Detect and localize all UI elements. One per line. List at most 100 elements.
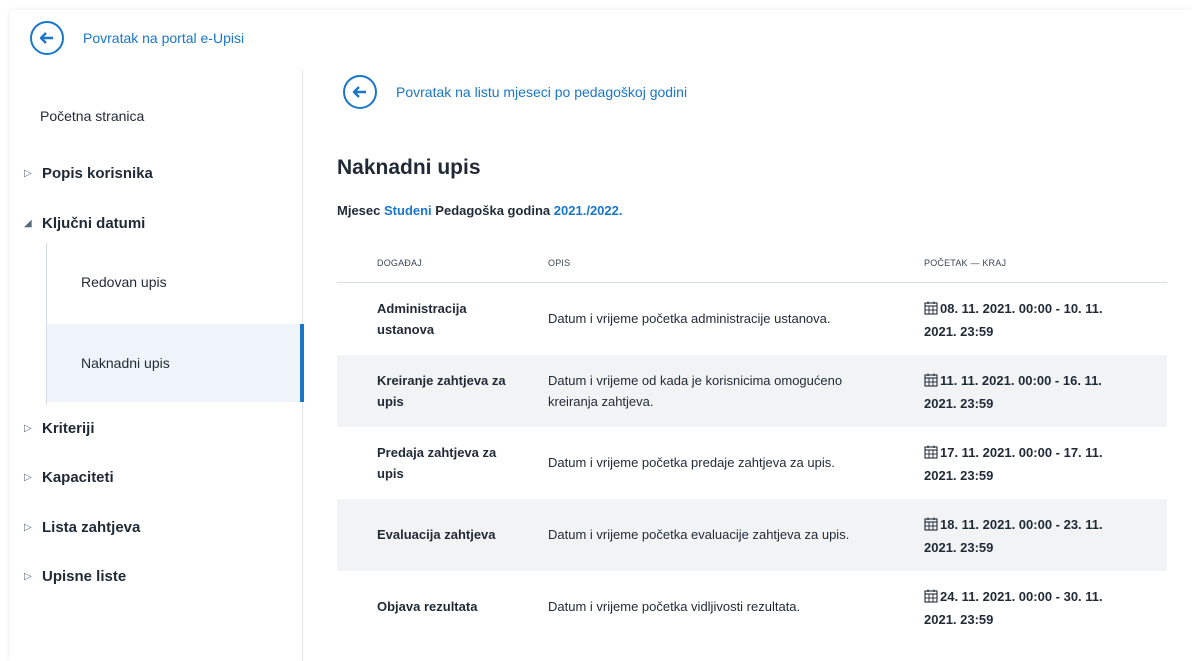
date-text: 24. 11. 2021. 00:00 - 30. 11. xyxy=(940,589,1103,604)
cell-line: 2021. 23:59 xyxy=(924,465,1154,486)
cell-line: upis xyxy=(377,466,404,481)
month-value: Studeni xyxy=(384,203,432,218)
date-text: 2021. 23:59 xyxy=(924,612,994,627)
sidebar-item-naknadni-upis[interactable]: Naknadni upis xyxy=(47,324,304,402)
description-cell: Datum i vrijeme početka vidljivosti rezu… xyxy=(548,596,898,617)
cell-line: Predaja zahtjeva za xyxy=(377,445,497,460)
month-label: Mjesec xyxy=(337,203,381,218)
table-row: Predaja zahtjeva za upis Datum i vrijeme p… xyxy=(337,427,1167,499)
sidebar-item-label: Ključni datumi xyxy=(42,215,146,232)
sidebar-item-kljucni-datumi[interactable]: ◢ Ključni datumi xyxy=(24,215,317,232)
cell-line: Datum i vrijeme od kada je korisnicima o… xyxy=(548,373,843,388)
kljucni-datumi-subnav: Redovan upis Naknadni upis xyxy=(46,243,304,405)
cell-line: 2021. 23:59 xyxy=(924,609,1154,630)
period-info: Mjesec Studeni Pedagoška godina 2021./20… xyxy=(337,203,622,218)
table-row: Objava rezultata Datum i vrijeme početka … xyxy=(337,571,1167,643)
sidebar-item-upisne-liste[interactable]: ▷ Upisne liste xyxy=(24,568,317,585)
sidebar-item-popis-korisnika[interactable]: ▷ Popis korisnika xyxy=(24,165,317,182)
description-cell: Datum i vrijeme od kada je korisnicima o… xyxy=(548,370,898,412)
calendar-icon xyxy=(924,300,938,321)
cell-line: Evaluacija zahtjeva xyxy=(377,527,496,542)
event-cell: Predaja zahtjeva za upis xyxy=(377,442,527,484)
sidebar-item-kriteriji[interactable]: ▷ Kriteriji xyxy=(24,420,317,437)
sidebar-item-home[interactable]: Početna stranica xyxy=(40,108,333,124)
date-text: 11. 11. 2021. 00:00 - 16. 11. xyxy=(940,373,1102,388)
sidebar-item-label: Kriteriji xyxy=(42,420,95,437)
cell-line: upis xyxy=(377,394,404,409)
table-body: Administracija ustanova Datum i vrijeme po… xyxy=(337,283,1167,643)
arrow-left-icon xyxy=(30,21,64,55)
back-to-portal-link[interactable]: Povratak na portal e-Upisi xyxy=(30,21,244,55)
app-frame: Povratak na portal e-Upisi Početna stran… xyxy=(10,10,1192,661)
back-to-month-list-link[interactable]: Povratak na listu mjeseci po pedagoškoj … xyxy=(343,75,687,109)
date-text: 2021. 23:59 xyxy=(924,324,994,339)
table-row: Administracija ustanova Datum i vrijeme po… xyxy=(337,283,1167,355)
description-cell: Datum i vrijeme početka predaje zahtjeva… xyxy=(548,452,898,473)
cell-line: Administracija xyxy=(377,301,467,316)
arrow-left-icon xyxy=(343,75,377,109)
cell-line: 08. 11. 2021. 00:00 - 10. 11. xyxy=(924,298,1154,321)
page-title: Naknadni upis xyxy=(337,156,481,179)
period-cell: 24. 11. 2021. 00:00 - 30. 11. 2021. 23:59 xyxy=(924,586,1154,630)
triangle-right-icon: ▷ xyxy=(24,571,32,582)
sidebar: Početna stranica ▷ Popis korisnika ◢ Klj… xyxy=(10,70,304,661)
cell-line: 11. 11. 2021. 00:00 - 16. 11. xyxy=(924,370,1154,393)
sidebar-item-label: Redovan upis xyxy=(81,274,167,290)
period-cell: 17. 11. 2021. 00:00 - 17. 11. 2021. 23:59 xyxy=(924,442,1154,486)
event-cell: Administracija ustanova xyxy=(377,298,527,340)
year-value: 2021./2022. xyxy=(553,203,623,218)
cell-line: Datum i vrijeme početka administracije u… xyxy=(548,311,831,326)
main-content: Povratak na listu mjeseci po pedagoškoj … xyxy=(303,70,1192,661)
cell-line: Datum i vrijeme početka evaluacije zahtj… xyxy=(548,527,850,542)
triangle-right-icon: ▷ xyxy=(24,423,32,434)
cell-line: Kreiranje zahtjeva za xyxy=(377,373,506,388)
cell-line: 2021. 23:59 xyxy=(924,393,1154,414)
triangle-down-icon: ◢ xyxy=(24,218,32,229)
table-row: Kreiranje zahtjeva za upis Datum i vrijeme… xyxy=(337,355,1167,427)
date-text: 18. 11. 2021. 00:00 - 23. 11. xyxy=(940,517,1103,532)
description-cell: Datum i vrijeme početka administracije u… xyxy=(548,308,898,329)
column-header-period: POČETAK — KRAJ xyxy=(924,258,1007,268)
back-to-portal-label: Povratak na portal e-Upisi xyxy=(83,30,245,46)
period-cell: 18. 11. 2021. 00:00 - 23. 11. 2021. 23:59 xyxy=(924,514,1154,558)
back-to-month-list-label: Povratak na listu mjeseci po pedagoškoj … xyxy=(396,84,688,100)
triangle-right-icon: ▷ xyxy=(24,522,32,533)
column-header-event: DOGAĐAJ xyxy=(377,258,422,268)
sidebar-item-label: Naknadni upis xyxy=(81,355,170,371)
calendar-icon xyxy=(924,444,938,465)
period-cell: 11. 11. 2021. 00:00 - 16. 11. 2021. 23:59 xyxy=(924,370,1154,414)
year-label: Pedagoška godina xyxy=(435,203,551,218)
sidebar-item-kapaciteti[interactable]: ▷ Kapaciteti xyxy=(24,469,317,486)
cell-line: Datum i vrijeme početka predaje zahtjeva… xyxy=(548,455,835,470)
cell-line: ustanova xyxy=(377,322,435,337)
triangle-right-icon: ▷ xyxy=(24,168,32,179)
triangle-right-icon: ▷ xyxy=(24,472,32,483)
event-cell: Objava rezultata xyxy=(377,596,527,617)
date-text: 08. 11. 2021. 00:00 - 10. 11. xyxy=(940,301,1103,316)
sidebar-item-label: Kapaciteti xyxy=(42,469,114,486)
cell-line: 24. 11. 2021. 00:00 - 30. 11. xyxy=(924,586,1154,609)
key-dates-table: DOGAĐAJ OPIS POČETAK — KRAJ Administraci… xyxy=(337,238,1167,643)
cell-line: kreiranja zahtjeva. xyxy=(548,394,654,409)
cell-line: 17. 11. 2021. 00:00 - 17. 11. xyxy=(924,442,1154,465)
description-cell: Datum i vrijeme početka evaluacije zahtj… xyxy=(548,524,898,545)
calendar-icon xyxy=(924,372,938,393)
date-text: 2021. 23:59 xyxy=(924,468,994,483)
calendar-icon xyxy=(924,516,938,537)
cell-line: Objava rezultata xyxy=(377,599,478,614)
sidebar-item-lista-zahtjeva[interactable]: ▷ Lista zahtjeva xyxy=(24,519,317,536)
cell-line: Datum i vrijeme početka vidljivosti rezu… xyxy=(548,599,801,614)
date-text: 17. 11. 2021. 00:00 - 17. 11. xyxy=(940,445,1103,460)
sidebar-item-redovan-upis[interactable]: Redovan upis xyxy=(47,243,304,321)
event-cell: Kreiranje zahtjeva za upis xyxy=(377,370,527,412)
cell-line: 2021. 23:59 xyxy=(924,321,1154,342)
period-cell: 08. 11. 2021. 00:00 - 10. 11. 2021. 23:59 xyxy=(924,298,1154,342)
cell-line: 18. 11. 2021. 00:00 - 23. 11. xyxy=(924,514,1154,537)
sidebar-item-label: Upisne liste xyxy=(42,568,127,585)
sidebar-item-label: Popis korisnika xyxy=(42,165,153,182)
table-row: Evaluacija zahtjeva Datum i vrijeme počet… xyxy=(337,499,1167,571)
event-cell: Evaluacija zahtjeva xyxy=(377,524,527,545)
table-header: DOGAĐAJ OPIS POČETAK — KRAJ xyxy=(337,238,1167,283)
date-text: 2021. 23:59 xyxy=(924,540,994,555)
column-header-description: OPIS xyxy=(548,258,571,268)
